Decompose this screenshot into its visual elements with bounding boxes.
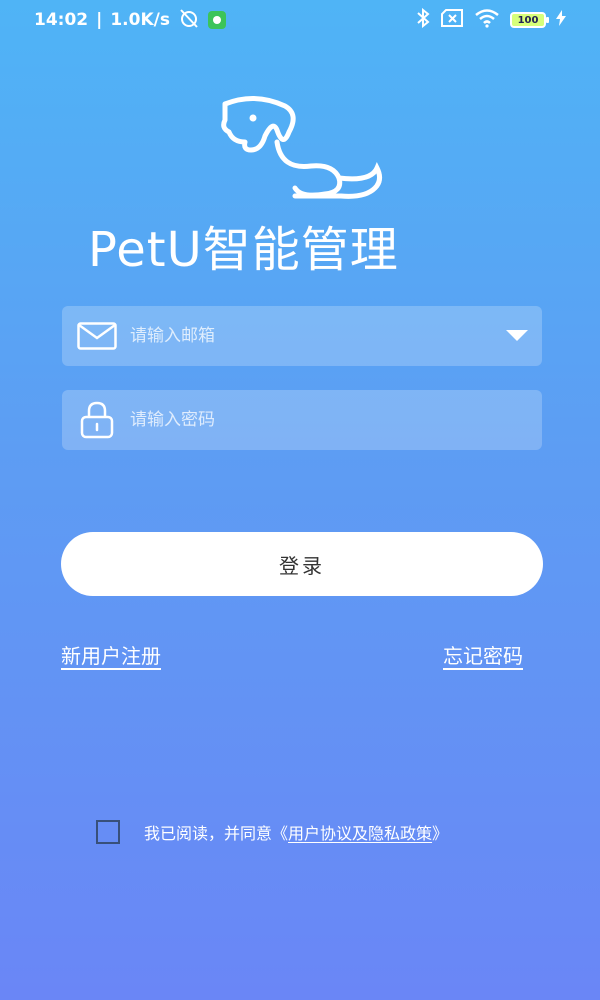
register-link[interactable]: 新用户注册 — [61, 640, 161, 669]
network-speed: 1.0K/s — [110, 10, 170, 30]
agreement-close-quote: 》 — [432, 824, 449, 843]
email-field[interactable] — [62, 305, 542, 367]
battery-level: 100 — [517, 14, 539, 26]
chevron-down-icon[interactable] — [492, 306, 542, 366]
login-button[interactable]: 登录 — [61, 532, 543, 596]
agreement-row: 我已阅读，并同意 《 用户协议及隐私政策 》 — [96, 820, 448, 844]
email-input[interactable] — [120, 305, 492, 367]
alarm-off-icon — [178, 8, 200, 33]
app-notification-icon — [207, 11, 226, 29]
password-input[interactable] — [120, 389, 542, 451]
status-left: 14:02 | 1.0K/s — [34, 8, 226, 33]
email-icon — [74, 316, 120, 356]
status-divider: | — [96, 10, 103, 30]
forgot-password-link[interactable]: 忘记密码 — [443, 640, 523, 669]
agreement-prefix: 我已阅读，并同意 — [144, 824, 273, 843]
agreement-checkbox[interactable] — [96, 820, 120, 844]
charging-icon — [556, 9, 566, 31]
agreement-link[interactable]: 用户协议及隐私政策 — [288, 820, 432, 844]
dog-logo-icon — [215, 92, 390, 207]
status-right: 100 — [416, 7, 566, 33]
password-field[interactable] — [62, 389, 542, 451]
no-sim-icon — [440, 8, 464, 32]
app-title: PetU智能管理 — [88, 222, 399, 278]
bluetooth-icon — [416, 7, 430, 33]
status-time: 14:02 — [34, 10, 89, 30]
battery-icon: 100 — [510, 12, 549, 28]
agreement-open-quote: 《 — [272, 824, 289, 843]
wifi-icon — [474, 8, 500, 33]
status-bar: 14:02 | 1.0K/s 100 — [0, 0, 600, 40]
lock-icon — [74, 400, 120, 440]
